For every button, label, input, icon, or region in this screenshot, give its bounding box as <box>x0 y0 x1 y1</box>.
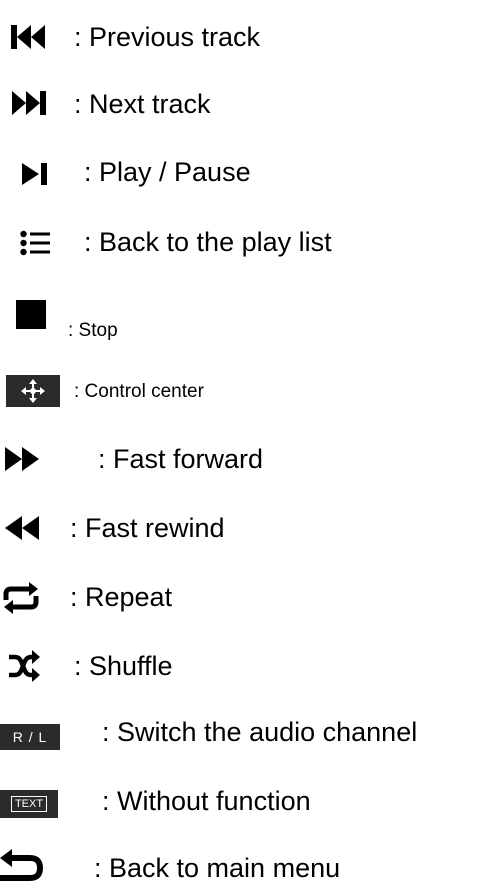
legend-item-fast-forward: : Fast forward <box>0 438 478 478</box>
audio-channel-badge-text: R / L <box>12 729 48 745</box>
control-center-icon <box>6 375 60 407</box>
back-to-main-menu-icon <box>0 849 44 881</box>
legend-label: : Previous track <box>74 22 261 52</box>
playlist-icon <box>20 230 50 256</box>
legend-item-control-center: : Control center <box>0 371 478 411</box>
legend-label: : Repeat <box>70 582 173 612</box>
legend-item-fast-rewind: : Fast rewind <box>0 507 478 547</box>
legend-item-play-pause: : Play / Pause <box>0 152 478 192</box>
legend-label: : Without function <box>102 786 311 816</box>
audio-channel-icon: R / L <box>0 724 60 750</box>
legend-item-shuffle: : Shuffle <box>0 645 478 685</box>
fast-rewind-icon <box>5 516 39 540</box>
legend-item-stop: : Stop <box>0 295 478 340</box>
text-icon: TEXT <box>0 790 58 818</box>
text-badge-text: TEXT <box>10 796 48 812</box>
legend-label: : Next track <box>74 89 211 119</box>
legend-label: : Play / Pause <box>84 157 251 187</box>
legend-label: : Control center <box>74 381 204 402</box>
legend-item-text: TEXT : Without function <box>0 780 478 820</box>
legend-item-previous-track: : Previous track <box>0 18 478 58</box>
legend-item-repeat: : Repeat <box>0 577 478 617</box>
fast-forward-icon <box>5 447 39 471</box>
legend-label: : Fast forward <box>98 444 264 474</box>
legend-item-main-menu: : Back to main menu <box>0 845 478 885</box>
shuffle-icon <box>9 650 40 682</box>
legend-label: : Fast rewind <box>70 513 225 543</box>
legend-item-playlist: : Back to the play list <box>0 221 478 261</box>
legend-label: : Stop <box>68 320 118 341</box>
legend-label: : Switch the audio channel <box>102 717 418 747</box>
legend-item-next-track: : Next track <box>0 84 478 124</box>
legend-item-audio-channel: R / L : Switch the audio channel <box>0 712 478 752</box>
next-track-icon <box>12 91 46 115</box>
legend-label: : Back to main menu <box>94 853 341 883</box>
legend-label: : Back to the play list <box>84 227 332 257</box>
stop-icon <box>16 300 46 329</box>
play-pause-icon <box>22 163 47 185</box>
legend-label: : Shuffle <box>74 651 173 681</box>
previous-track-icon <box>11 25 45 49</box>
repeat-icon <box>3 582 39 614</box>
